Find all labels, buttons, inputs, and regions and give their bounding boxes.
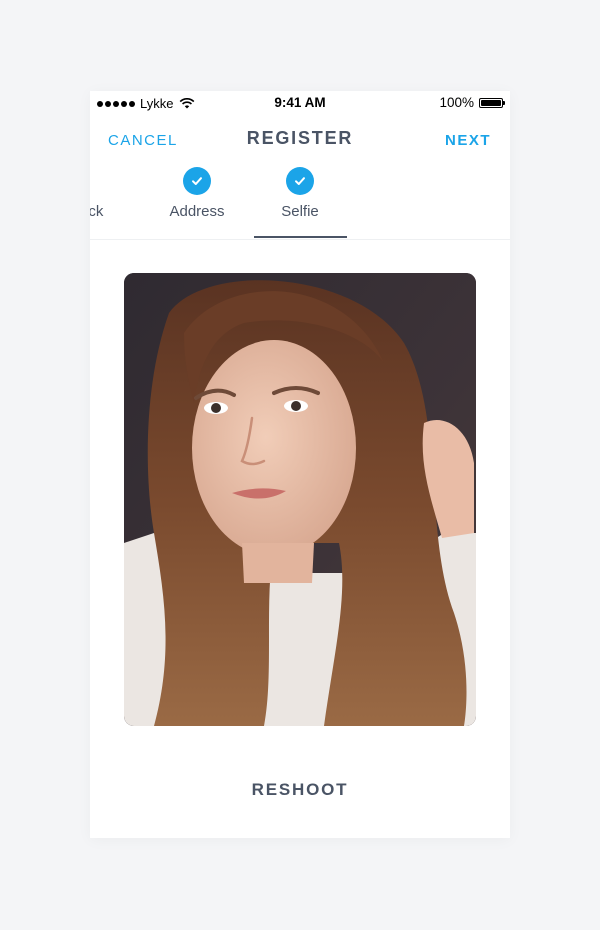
divider (90, 239, 510, 240)
battery-icon (479, 97, 505, 108)
step-indicator: ack Address Selfie (90, 167, 510, 239)
battery-percent: 100% (439, 95, 474, 110)
next-button[interactable]: NEXT (445, 132, 491, 149)
step-label: Address (169, 203, 225, 220)
step-label: Selfie (281, 203, 319, 220)
step-label: ack (90, 203, 104, 220)
status-right: 100% (439, 95, 505, 110)
selfie-photo (124, 273, 476, 726)
checkmark-icon (183, 167, 211, 195)
navigation-bar: CANCEL REGISTER NEXT (90, 121, 510, 157)
reshoot-button[interactable]: RESHOOT (90, 780, 510, 800)
step-back[interactable]: ack (90, 203, 103, 220)
checkmark-icon (286, 167, 314, 195)
step-selfie[interactable]: Selfie (264, 167, 336, 220)
step-address[interactable]: Address (161, 167, 233, 220)
phone-screen: Lykke 9:41 AM 100% CANCEL REGISTER NEXT … (90, 91, 510, 838)
active-step-underline (254, 236, 347, 238)
status-bar: Lykke 9:41 AM 100% (90, 91, 510, 115)
